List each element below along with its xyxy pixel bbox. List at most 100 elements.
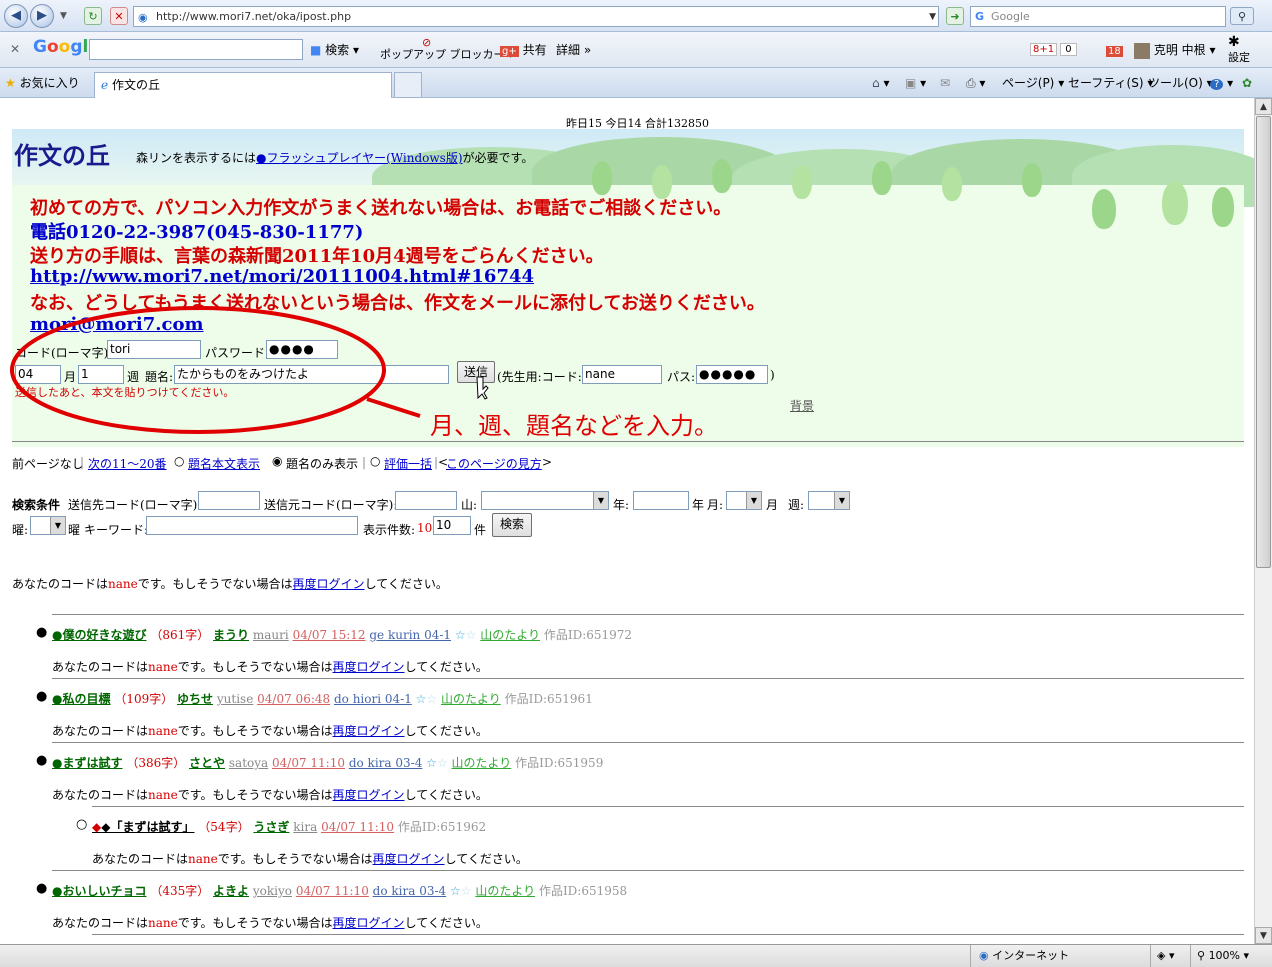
- forward-button[interactable]: ▶: [30, 4, 54, 28]
- date-link[interactable]: 04/07 06:48: [257, 692, 330, 706]
- date-link[interactable]: 04/07 11:10: [272, 756, 345, 770]
- protected-mode-button[interactable]: ◈ ▾: [1150, 945, 1175, 967]
- feeds-button[interactable]: ▣ ▾: [905, 74, 926, 92]
- author-link[interactable]: うさぎ: [253, 820, 289, 834]
- code-link[interactable]: kira: [293, 820, 317, 834]
- month-select[interactable]: ▼: [726, 491, 762, 510]
- week-select[interactable]: ▼: [808, 491, 850, 510]
- code-link[interactable]: satoya: [229, 756, 268, 770]
- yama-link[interactable]: 山のたより: [452, 756, 512, 770]
- next-page-link[interactable]: 次の11～20番: [88, 455, 167, 472]
- author-link[interactable]: ゆちせ: [177, 692, 213, 706]
- author-link[interactable]: よきよ: [213, 884, 249, 898]
- favorites-button[interactable]: ★ お気に入り: [5, 74, 80, 92]
- star-icon[interactable]: ☆: [416, 692, 427, 706]
- mountain-select[interactable]: ▼: [481, 491, 609, 510]
- relogin-link[interactable]: 再度ログイン: [373, 852, 445, 866]
- count-input[interactable]: 10: [433, 516, 471, 535]
- reply-title-link[interactable]: ◆◆「まずは試す」: [92, 820, 194, 834]
- weekday-select[interactable]: ▼: [30, 516, 66, 535]
- scroll-down-icon[interactable]: ▼: [1255, 927, 1272, 944]
- star-icon[interactable]: ☆: [426, 692, 437, 706]
- share-button[interactable]: g+ 共有: [500, 41, 547, 61]
- group-link[interactable]: do kira 03-4: [349, 756, 423, 770]
- notifications-button[interactable]: 18: [1106, 41, 1123, 61]
- radio-title-only[interactable]: ◉: [272, 454, 282, 468]
- star-icon[interactable]: ☆: [455, 628, 466, 642]
- search-go-icon[interactable]: ⚲: [1230, 7, 1254, 25]
- author-link[interactable]: さとや: [189, 756, 225, 770]
- scroll-up-icon[interactable]: ▲: [1255, 98, 1272, 115]
- help-button[interactable]: ? ▾: [1210, 74, 1233, 94]
- search-button[interactable]: 検索: [492, 513, 532, 537]
- yama-link[interactable]: 山のたより: [480, 628, 540, 642]
- more-button[interactable]: 詳細 »: [556, 41, 591, 59]
- page-icon: ◉: [138, 11, 148, 24]
- menu-page[interactable]: ページ(P) ▾: [1002, 74, 1064, 92]
- relogin-link[interactable]: 再度ログイン: [333, 724, 405, 738]
- title-body-link[interactable]: 題名本文表示: [188, 455, 260, 472]
- group-link[interactable]: ge kurin 04-1: [369, 628, 451, 642]
- date-link[interactable]: 04/07 11:10: [321, 820, 394, 834]
- go-arrow-icon[interactable]: ➜: [946, 7, 964, 25]
- item-title-link[interactable]: ●私の目標: [52, 692, 110, 706]
- close-toolbar-icon[interactable]: ✕: [10, 40, 20, 58]
- toolbar-search-button[interactable]: ■ 検索 ▾: [310, 41, 359, 59]
- star-icon[interactable]: ☆: [466, 628, 477, 642]
- menu-safety[interactable]: セーフティ(S) ▾: [1068, 74, 1153, 92]
- star-icon[interactable]: ☆: [437, 756, 448, 770]
- page-guide-link[interactable]: このページの見方: [446, 455, 542, 472]
- address-dropdown-icon[interactable]: ▼: [929, 8, 936, 27]
- tab-active[interactable]: ℯ 作文の丘: [94, 72, 392, 98]
- yama-link[interactable]: 山のたより: [441, 692, 501, 706]
- date-link[interactable]: 04/07 11:10: [296, 884, 369, 898]
- mail-button[interactable]: ✉: [940, 74, 950, 92]
- year-input[interactable]: [633, 491, 689, 510]
- yama-link[interactable]: 山のたより: [475, 884, 535, 898]
- radio-batch-eval[interactable]: ○: [370, 454, 380, 468]
- user-menu[interactable]: 克明 中根 ▾: [1134, 41, 1216, 59]
- item-title-link[interactable]: ●僕の好きな遊び: [52, 628, 146, 642]
- stop-icon[interactable]: ✕: [110, 7, 128, 25]
- code-link[interactable]: yutise: [217, 692, 253, 706]
- popup-blocker-button[interactable]: ⊘ポップアップ ブロッカー ▾: [380, 36, 514, 64]
- star-icon[interactable]: ☆: [426, 756, 437, 770]
- code-link[interactable]: mauri: [253, 628, 289, 642]
- author-link[interactable]: まうり: [213, 628, 249, 642]
- refresh-icon[interactable]: ↻: [84, 7, 102, 25]
- wrench-icon: ✱: [1228, 34, 1240, 50]
- group-link[interactable]: do kira 03-4: [373, 884, 447, 898]
- star-icon[interactable]: ☆: [450, 884, 461, 898]
- new-tab-button[interactable]: [394, 72, 422, 98]
- toolbar-search-input[interactable]: [89, 39, 303, 60]
- item-title-link[interactable]: ●おいしいチョコ: [52, 884, 146, 898]
- plus-one-button[interactable]: 8+1 0: [1030, 41, 1077, 59]
- star-icon[interactable]: ☆: [461, 884, 472, 898]
- home-button[interactable]: ⌂ ▾: [872, 74, 889, 92]
- vertical-scrollbar[interactable]: ▲ ▼: [1254, 98, 1272, 944]
- from-code-input[interactable]: [395, 491, 457, 510]
- print-button[interactable]: ⎙ ▾: [966, 74, 985, 92]
- scroll-thumb[interactable]: [1256, 116, 1271, 568]
- menu-tools[interactable]: ツール(O) ▾: [1148, 74, 1213, 92]
- radio-title-body[interactable]: ○: [174, 454, 184, 468]
- group-link[interactable]: do hiori 04-1: [334, 692, 412, 706]
- back-button[interactable]: ◀: [4, 4, 28, 28]
- code-link[interactable]: yokiyo: [253, 884, 292, 898]
- relogin-link[interactable]: 再度ログイン: [293, 577, 365, 591]
- history-dropdown-icon[interactable]: ▼: [60, 7, 67, 25]
- search-input[interactable]: G Google: [970, 6, 1226, 27]
- to-code-input[interactable]: [198, 491, 260, 510]
- zoom-button[interactable]: ⚲ 100% ▾: [1190, 945, 1249, 967]
- relogin-link[interactable]: 再度ログイン: [333, 916, 405, 930]
- relogin-link[interactable]: 再度ログイン: [333, 660, 405, 674]
- keyword-input[interactable]: [146, 516, 358, 535]
- date-link[interactable]: 04/07 15:12: [293, 628, 366, 642]
- batch-eval-link[interactable]: 評価一括: [384, 455, 432, 472]
- settings-button[interactable]: ✱ 設定: [1228, 35, 1250, 67]
- item-title-link[interactable]: ●まずは試す: [52, 756, 122, 770]
- globe-icon: ◉: [979, 949, 989, 962]
- relogin-link[interactable]: 再度ログイン: [333, 788, 405, 802]
- address-input[interactable]: ◉ http://www.mori7.net/oka/ipost.php ▼: [133, 6, 939, 27]
- research-button[interactable]: ✿: [1242, 74, 1252, 92]
